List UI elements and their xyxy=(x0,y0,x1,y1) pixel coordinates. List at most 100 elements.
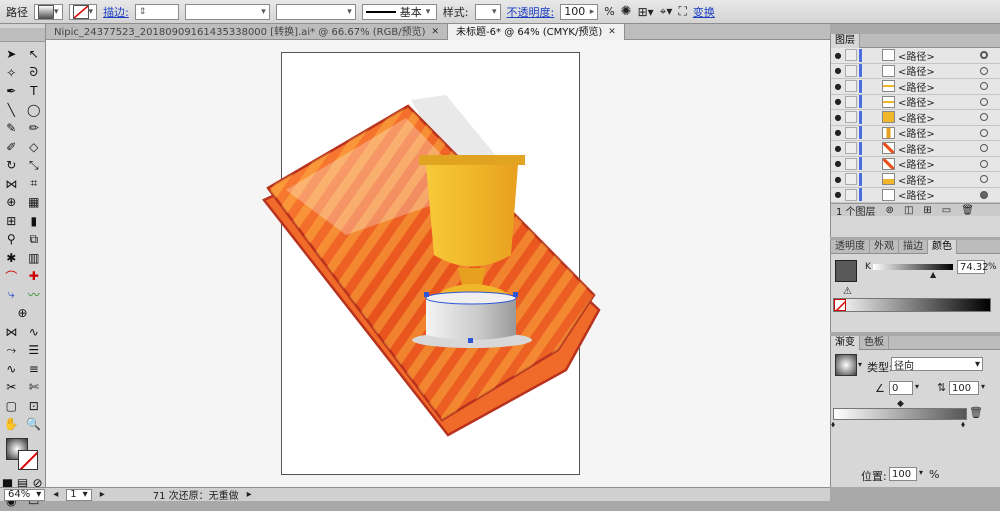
paintbrush-tool-icon[interactable]: ✎ xyxy=(3,120,19,136)
stroke-weight-field[interactable]: ⇕ xyxy=(134,3,179,20)
shape-builder-tool-icon[interactable]: ⊕ xyxy=(3,194,19,210)
isolate-icon[interactable]: ⛶ xyxy=(678,4,686,19)
target-icon[interactable] xyxy=(980,113,988,122)
pencil-tool-icon[interactable]: ✏ xyxy=(26,120,42,136)
make-clipping-mask-icon[interactable]: ◫ xyxy=(904,205,913,216)
current-color-swatch[interactable] xyxy=(835,260,857,282)
layer-row[interactable]: ● <路径> xyxy=(831,79,1000,95)
layer-row[interactable]: ● <路径> xyxy=(831,172,1000,188)
gradient-slider[interactable] xyxy=(833,408,967,420)
layer-row[interactable]: ● <路径> xyxy=(831,141,1000,157)
lock-toggle[interactable] xyxy=(845,142,857,155)
gradient-tool-icon[interactable]: ▮ xyxy=(26,213,42,229)
stroke-style-select[interactable]: 基本 ▾ xyxy=(361,3,437,20)
artboard-tool-icon[interactable]: ⊕ xyxy=(3,305,43,321)
lock-toggle[interactable] xyxy=(845,95,857,108)
target-icon[interactable] xyxy=(980,66,988,75)
lasso-tool-icon[interactable]: ᘐ xyxy=(26,65,42,81)
symbol-sprayer-tool-icon[interactable]: ✱ xyxy=(3,250,19,266)
variable-width-select[interactable]: ▾ xyxy=(184,3,270,20)
layers-panel-title[interactable]: 图层 xyxy=(831,33,860,48)
next-page-icon[interactable]: ▸ xyxy=(100,489,105,500)
layer-row[interactable]: ● <路径> xyxy=(831,110,1000,126)
tab-color[interactable]: 颜色 xyxy=(928,239,957,254)
direct-selection-tool-icon[interactable]: ↖ xyxy=(26,46,42,62)
target-icon[interactable] xyxy=(980,97,988,106)
free-transform-tool-icon[interactable]: ⌗ xyxy=(26,176,42,192)
eye-icon[interactable]: ● xyxy=(831,175,845,184)
mesh-tool-icon[interactable]: ⊞ xyxy=(3,213,19,229)
opacity-field[interactable]: 100 ▸ xyxy=(560,3,599,20)
perspective-grid-tool-icon[interactable]: ▦ xyxy=(26,194,42,210)
warp-tool-icon[interactable]: ⋈ xyxy=(3,324,19,340)
location-field[interactable]: 100 xyxy=(889,467,917,481)
angle-field[interactable]: 0 xyxy=(889,381,913,395)
fill-swatch[interactable]: ▾ xyxy=(34,3,63,20)
stroke-label-link[interactable]: 描边: xyxy=(103,4,129,20)
graphic-style-select[interactable]: ▾ xyxy=(474,3,501,20)
eye-icon[interactable]: ● xyxy=(831,51,845,60)
eye-icon[interactable]: ● xyxy=(831,82,845,91)
tab-appearance[interactable]: 外观 xyxy=(870,239,899,254)
trophy-book-artwork[interactable] xyxy=(46,40,830,487)
transform-link[interactable]: 变换 xyxy=(693,4,715,20)
aspect-ratio-field[interactable]: 100 xyxy=(949,381,979,395)
stroke-swatch[interactable]: ▾ xyxy=(68,3,98,20)
recolor-icon[interactable]: ✺ xyxy=(621,4,632,19)
gradient-type-select[interactable]: 径向 ▾ xyxy=(891,357,983,372)
eye-icon[interactable]: ● xyxy=(831,190,845,199)
close-icon[interactable]: ✕ xyxy=(608,25,616,40)
path-curve-icon[interactable]: ⤷ xyxy=(3,287,19,303)
anchor-point[interactable] xyxy=(468,338,473,343)
layer-row[interactable]: ● <路径> xyxy=(831,187,1000,203)
page-select[interactable]: 1 ▾ xyxy=(66,488,92,501)
lock-toggle[interactable] xyxy=(845,49,857,62)
target-icon[interactable] xyxy=(980,82,988,91)
chevron-down-icon[interactable]: ▾ xyxy=(919,468,923,477)
tab-stroke[interactable]: 描边 xyxy=(899,239,928,254)
blob-brush-tool-icon[interactable]: ✐ xyxy=(3,139,19,155)
zoom-select[interactable]: 64% ▾ xyxy=(4,488,46,501)
knife-tool-icon[interactable]: ∿ xyxy=(3,361,19,377)
lock-toggle[interactable] xyxy=(845,173,857,186)
target-icon[interactable] xyxy=(980,159,988,168)
tools-grip[interactable] xyxy=(0,28,45,42)
lock-toggle[interactable] xyxy=(845,157,857,170)
blend-tool-icon[interactable]: ⧉ xyxy=(26,231,42,247)
gradient-stop-right[interactable]: ⬧ xyxy=(961,420,965,430)
tab-gradient[interactable]: 渐变 xyxy=(831,335,860,350)
twirl-tool-icon[interactable]: ∿ xyxy=(26,324,42,340)
selection-tool-icon[interactable]: ➤ xyxy=(3,46,19,62)
lock-toggle[interactable] xyxy=(845,64,857,77)
gradient-dropdown-icon[interactable]: ▾ xyxy=(858,360,862,369)
canvas-area[interactable] xyxy=(46,40,830,487)
status-menu-icon[interactable]: ▸ xyxy=(247,489,252,500)
print-tiling-icon[interactable]: ⊡ xyxy=(26,398,42,414)
smooth-path-icon[interactable]: 〰 xyxy=(26,287,42,303)
chevron-down-icon[interactable]: ▾ xyxy=(981,382,985,391)
color-spectrum-bar[interactable] xyxy=(833,298,991,312)
stroke-color-swatch[interactable] xyxy=(18,449,38,470)
eraser-tool-icon[interactable]: ◇ xyxy=(26,139,42,155)
new-sublayer-icon[interactable]: ⊞ xyxy=(923,205,931,216)
line-tool-icon[interactable]: ╲ xyxy=(3,102,19,118)
lock-toggle[interactable] xyxy=(845,80,857,93)
gradient-stop-left[interactable]: ⬧ xyxy=(831,420,835,430)
eye-icon[interactable]: ● xyxy=(831,113,845,122)
prev-page-icon[interactable]: ◂ xyxy=(53,489,58,500)
eye-icon[interactable]: ● xyxy=(831,159,845,168)
k-slider-thumb[interactable]: ▲ xyxy=(930,270,936,279)
close-icon[interactable]: ✕ xyxy=(432,25,440,40)
hand-tool-icon[interactable]: ✋ xyxy=(3,416,19,432)
target-icon[interactable] xyxy=(980,128,988,137)
lock-toggle[interactable] xyxy=(845,126,857,139)
puppet-icon[interactable]: ⌖▾ xyxy=(660,4,673,19)
slice-tool-icon[interactable]: ✂ xyxy=(3,379,19,395)
scissors-tool-icon[interactable]: ✄ xyxy=(26,379,42,395)
layer-row[interactable]: ● <路径> xyxy=(831,48,1000,64)
eye-icon[interactable]: ● xyxy=(831,66,845,75)
layer-row[interactable]: ● <路径> xyxy=(831,63,1000,79)
tab-swatches[interactable]: 色板 xyxy=(860,335,889,350)
menu-lines-icon[interactable]: ≡ xyxy=(26,361,42,377)
trash-icon[interactable]: 🗑 xyxy=(961,205,974,216)
